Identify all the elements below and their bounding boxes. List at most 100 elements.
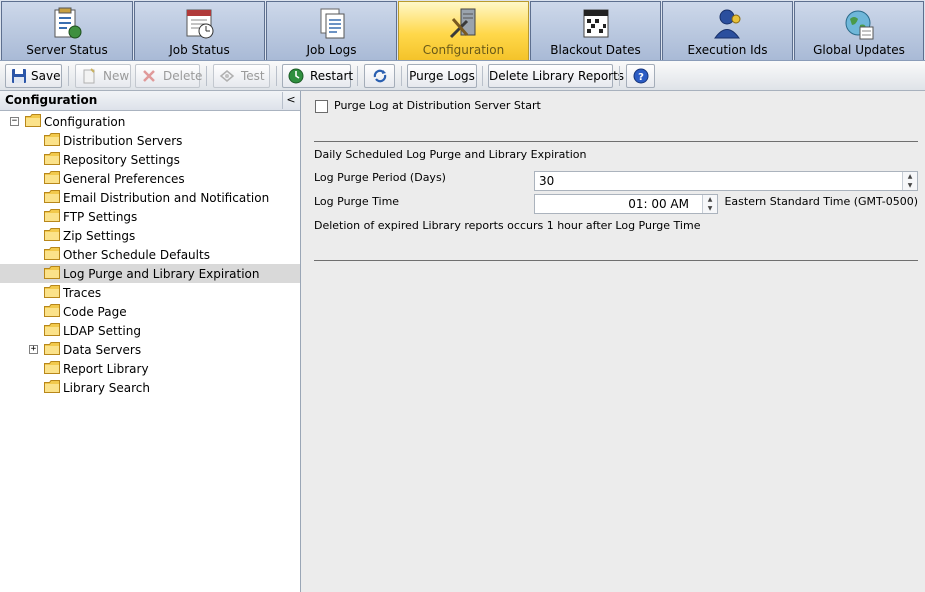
tree-item-label: Data Servers [63, 343, 142, 357]
purge-time-input[interactable]: 01: 00 AM ▲ ▼ [534, 194, 718, 214]
delete-library-reports-button[interactable]: Delete Library Reports [488, 64, 624, 88]
purge-logs-button[interactable]: Purge Logs [407, 64, 477, 88]
tab-label: Blackout Dates [550, 43, 641, 57]
tree-item[interactable]: Log Purge and Library Expiration [0, 264, 300, 283]
tab-job-status[interactable]: Job Status [134, 1, 265, 60]
tree-item[interactable]: FTP Settings [0, 207, 300, 226]
purge-period-label: Log Purge Period (Days) [314, 171, 446, 184]
folder-icon [44, 171, 60, 184]
job-status-icon [186, 9, 213, 39]
purge-time-value: 01: 00 AM [628, 197, 689, 211]
calendar-icon [583, 9, 608, 38]
tab-label: Execution Ids [687, 43, 768, 57]
tree-item[interactable]: Repository Settings [0, 150, 300, 169]
test-connection-icon [219, 70, 235, 82]
tree-item[interactable]: + Data Servers [0, 340, 300, 359]
collapse-panel-button[interactable]: < [282, 92, 299, 109]
refresh-button[interactable] [364, 64, 395, 88]
folder-icon [44, 190, 60, 203]
folder-icon [44, 342, 60, 355]
folder-icon [44, 247, 60, 260]
tab-label: Job Logs [306, 43, 357, 57]
increment-arrow-icon[interactable]: ▲ [903, 172, 917, 181]
panel-header: Configuration < [0, 91, 300, 111]
tree-item-label: Repository Settings [63, 153, 180, 167]
folder-icon [44, 380, 60, 393]
delete-button[interactable]: Delete [135, 64, 202, 88]
tree-item[interactable]: General Preferences [0, 169, 300, 188]
folder-icon [44, 133, 60, 146]
purge-period-input[interactable]: 30 ▲ ▼ [534, 171, 918, 191]
tree-item-label: General Preferences [63, 172, 185, 186]
tree-item-label: Library Search [63, 381, 150, 395]
tab-configuration[interactable]: Configuration [398, 1, 529, 60]
folder-icon [44, 361, 60, 374]
tree-item-label: Code Page [63, 305, 127, 319]
panel-title: Configuration [5, 93, 98, 107]
purge-on-start-checkbox[interactable] [315, 100, 328, 113]
tree-item-label: FTP Settings [63, 210, 138, 224]
folder-icon [44, 152, 60, 165]
tree-item-label: Other Schedule Defaults [63, 248, 210, 262]
collapse-icon[interactable]: − [10, 117, 19, 126]
section-title: Daily Scheduled Log Purge and Library Ex… [314, 148, 587, 161]
restart-button[interactable]: Restart [282, 64, 353, 88]
tree-item[interactable]: Code Page [0, 302, 300, 321]
tab-blackout-dates[interactable]: Blackout Dates [530, 1, 661, 60]
tree-item[interactable]: LDAP Setting [0, 321, 300, 340]
tree-item-label: Distribution Servers [63, 134, 183, 148]
tree-item[interactable]: Report Library [0, 359, 300, 378]
help-button[interactable]: ? [626, 64, 655, 88]
purge-time-label: Log Purge Time [314, 195, 400, 208]
restart-icon [288, 68, 304, 84]
decrement-arrow-icon[interactable]: ▼ [703, 204, 717, 213]
tree-item[interactable]: Other Schedule Defaults [0, 245, 300, 264]
globe-icon [845, 10, 874, 40]
expiration-note: Deletion of expired Library reports occu… [314, 219, 701, 232]
tab-server-status[interactable]: Server Status [1, 1, 133, 60]
test-button[interactable]: Test [213, 64, 270, 88]
folder-icon [44, 285, 60, 298]
toolbar-separator [276, 66, 277, 86]
toolbar: Save New Delete Test Restart Purge Logs … [0, 61, 925, 91]
tab-label: Job Status [169, 43, 230, 57]
tree-item[interactable]: − Configuration [0, 112, 300, 131]
increment-arrow-icon[interactable]: ▲ [703, 195, 717, 204]
tab-label: Server Status [26, 43, 108, 57]
tree-item[interactable]: Traces [0, 283, 300, 302]
tree-item-label: Email Distribution and Notification [63, 191, 270, 205]
folder-icon [25, 114, 41, 127]
decrement-arrow-icon[interactable]: ▼ [903, 181, 917, 190]
divider [314, 260, 918, 261]
tree-item-label: Traces [63, 286, 102, 300]
tree-item-label: LDAP Setting [63, 324, 141, 338]
purge-period-stepper[interactable]: ▲ ▼ [902, 172, 917, 190]
tree-item[interactable]: Zip Settings [0, 226, 300, 245]
tab-job-logs[interactable]: Job Logs [266, 1, 397, 60]
save-button[interactable]: Save [5, 64, 62, 88]
job-logs-icon [320, 8, 344, 39]
toolbar-separator [482, 66, 483, 86]
svg-text:?: ? [638, 72, 644, 83]
new-document-icon [83, 68, 95, 84]
help-icon: ? [633, 68, 649, 84]
expand-icon[interactable]: + [29, 345, 38, 354]
server-status-icon [54, 7, 82, 39]
tab-label: Configuration [422, 43, 505, 57]
purge-on-start-label: Purge Log at Distribution Server Start [334, 99, 541, 112]
user-icon [713, 9, 740, 39]
main-tab-bar: Server Status Job Status Job Logs Config… [0, 0, 925, 61]
tree-item[interactable]: Email Distribution and Notification [0, 188, 300, 207]
toolbar-separator [619, 66, 620, 86]
toolbar-separator [68, 66, 69, 86]
tab-global-updates[interactable]: Global Updates [794, 1, 924, 60]
tree-item-label: Report Library [63, 362, 149, 376]
new-button[interactable]: New [75, 64, 131, 88]
tab-execution-ids[interactable]: Execution Ids [662, 1, 793, 60]
tree-item[interactable]: Distribution Servers [0, 131, 300, 150]
tree-item[interactable]: Library Search [0, 378, 300, 397]
toolbar-separator [206, 66, 207, 86]
purge-time-stepper[interactable]: ▲ ▼ [702, 195, 717, 213]
refresh-icon [373, 69, 387, 83]
folder-icon [44, 304, 60, 317]
